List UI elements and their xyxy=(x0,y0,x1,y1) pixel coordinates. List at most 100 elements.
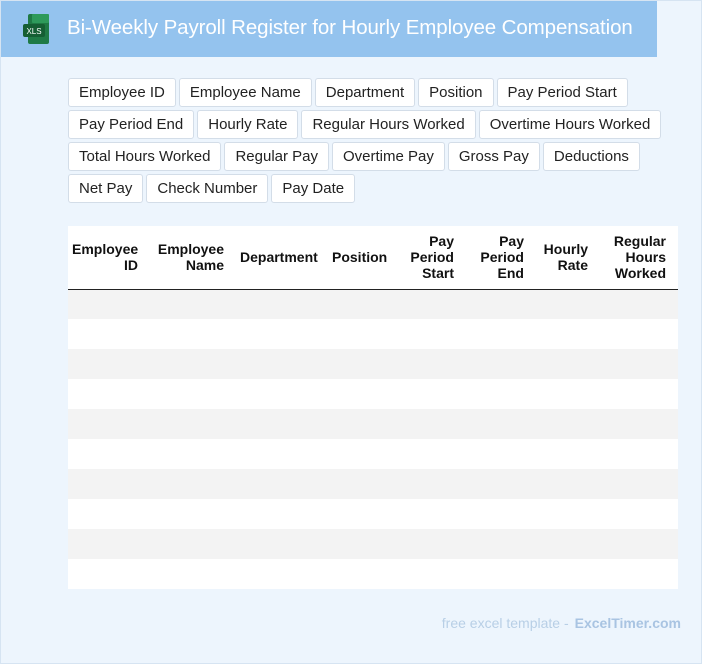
table-cell[interactable] xyxy=(150,559,236,589)
footer-brand-link[interactable]: ExcelTimer.com xyxy=(575,615,681,631)
field-chip[interactable]: Department xyxy=(314,78,416,107)
table-cell[interactable] xyxy=(236,409,328,439)
table-cell[interactable] xyxy=(600,349,678,379)
field-chip[interactable]: Overtime Hours Worked xyxy=(478,110,662,139)
table-cell[interactable] xyxy=(466,379,536,409)
table-cell[interactable] xyxy=(466,289,536,319)
table-cell[interactable] xyxy=(328,469,398,499)
table-cell[interactable] xyxy=(328,349,398,379)
table-cell[interactable] xyxy=(600,289,678,319)
table-cell[interactable] xyxy=(536,379,600,409)
field-chip[interactable]: Total Hours Worked xyxy=(68,142,222,171)
table-cell[interactable] xyxy=(68,379,150,409)
column-header-line: ID xyxy=(124,257,138,274)
field-chip[interactable]: Regular Hours Worked xyxy=(301,110,476,139)
table-cell[interactable] xyxy=(150,289,236,319)
table-cell[interactable] xyxy=(398,559,466,589)
table-cell[interactable] xyxy=(150,499,236,529)
table-cell[interactable] xyxy=(68,469,150,499)
field-chip[interactable]: Deductions xyxy=(542,142,640,171)
table-cell[interactable] xyxy=(466,529,536,559)
table-cell[interactable] xyxy=(466,319,536,349)
table-cell[interactable] xyxy=(466,499,536,529)
table-cell[interactable] xyxy=(150,439,236,469)
table-cell[interactable] xyxy=(236,319,328,349)
field-chip[interactable]: Employee Name xyxy=(178,78,312,107)
table-cell[interactable] xyxy=(466,409,536,439)
table-cell[interactable] xyxy=(398,469,466,499)
table-cell[interactable] xyxy=(150,319,236,349)
table-cell[interactable] xyxy=(536,529,600,559)
table-cell[interactable] xyxy=(398,319,466,349)
field-chip[interactable]: Pay Period Start xyxy=(496,78,628,107)
table-cell[interactable] xyxy=(236,529,328,559)
table-cell[interactable] xyxy=(150,469,236,499)
table-cell[interactable] xyxy=(328,289,398,319)
field-chip[interactable]: Employee ID xyxy=(68,78,176,107)
field-chip[interactable]: Pay Date xyxy=(271,174,356,203)
field-chip[interactable]: Position xyxy=(418,78,494,107)
table-cell[interactable] xyxy=(536,559,600,589)
table-cell[interactable] xyxy=(328,499,398,529)
table-cell[interactable] xyxy=(398,409,466,439)
field-chip[interactable]: Gross Pay xyxy=(447,142,540,171)
table-cell[interactable] xyxy=(68,529,150,559)
table-cell[interactable] xyxy=(328,439,398,469)
table-cell[interactable] xyxy=(600,439,678,469)
table-cell[interactable] xyxy=(600,529,678,559)
table-cell[interactable] xyxy=(236,499,328,529)
table-cell[interactable] xyxy=(536,409,600,439)
table-cell[interactable] xyxy=(600,409,678,439)
table-cell[interactable] xyxy=(328,379,398,409)
table-cell[interactable] xyxy=(600,319,678,349)
table-cell[interactable] xyxy=(236,289,328,319)
table-cell[interactable] xyxy=(68,559,150,589)
table-cell[interactable] xyxy=(600,499,678,529)
table-cell[interactable] xyxy=(68,319,150,349)
table-cell[interactable] xyxy=(68,409,150,439)
table-cell[interactable] xyxy=(600,469,678,499)
table-cell[interactable] xyxy=(68,439,150,469)
table-cell[interactable] xyxy=(328,409,398,439)
table-cell[interactable] xyxy=(150,409,236,439)
table-cell[interactable] xyxy=(536,289,600,319)
table-cell[interactable] xyxy=(398,289,466,319)
table-cell[interactable] xyxy=(398,529,466,559)
table-cell[interactable] xyxy=(536,499,600,529)
table-cell[interactable] xyxy=(328,319,398,349)
table-cell[interactable] xyxy=(398,379,466,409)
table-cell[interactable] xyxy=(398,499,466,529)
table-cell[interactable] xyxy=(236,469,328,499)
table-cell[interactable] xyxy=(236,379,328,409)
table-cell[interactable] xyxy=(328,559,398,589)
table-cell[interactable] xyxy=(68,499,150,529)
field-chip[interactable]: Hourly Rate xyxy=(197,110,299,139)
table-cell[interactable] xyxy=(398,349,466,379)
table-cell[interactable] xyxy=(236,349,328,379)
table-cell[interactable] xyxy=(150,379,236,409)
field-chip[interactable]: Net Pay xyxy=(68,174,144,203)
table-cell[interactable] xyxy=(68,349,150,379)
table-cell[interactable] xyxy=(536,319,600,349)
table-cell[interactable] xyxy=(466,439,536,469)
table-cell[interactable] xyxy=(150,529,236,559)
table-cell[interactable] xyxy=(328,529,398,559)
field-chip[interactable]: Overtime Pay xyxy=(332,142,445,171)
table-cell[interactable] xyxy=(600,559,678,589)
table-cell[interactable] xyxy=(466,469,536,499)
field-chip[interactable]: Pay Period End xyxy=(68,110,195,139)
table-row xyxy=(68,559,678,589)
field-chip[interactable]: Regular Pay xyxy=(224,142,329,171)
field-chip[interactable]: Check Number xyxy=(146,174,269,203)
table-cell[interactable] xyxy=(236,439,328,469)
table-cell[interactable] xyxy=(150,349,236,379)
table-cell[interactable] xyxy=(466,559,536,589)
table-cell[interactable] xyxy=(600,379,678,409)
table-cell[interactable] xyxy=(236,559,328,589)
table-cell[interactable] xyxy=(536,469,600,499)
table-cell[interactable] xyxy=(68,289,150,319)
table-cell[interactable] xyxy=(536,439,600,469)
table-cell[interactable] xyxy=(398,439,466,469)
table-cell[interactable] xyxy=(466,349,536,379)
table-cell[interactable] xyxy=(536,349,600,379)
